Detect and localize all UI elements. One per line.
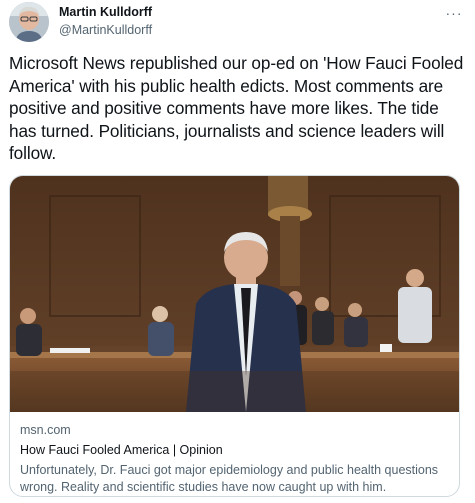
author-handle[interactable]: @MartinKulldorff <box>59 23 152 38</box>
link-card-domain: msn.com <box>20 423 71 437</box>
author-names: Martin Kulldorff @MartinKulldorff <box>59 5 152 38</box>
link-card-meta: msn.com How Fauci Fooled America | Opini… <box>20 422 452 495</box>
tweet-header: Martin Kulldorff @MartinKulldorff ··· <box>9 2 467 46</box>
avatar[interactable] <box>9 2 49 42</box>
link-card-image[interactable] <box>10 176 459 412</box>
more-options-icon[interactable]: ··· <box>443 2 465 24</box>
tweet-text: Microsoft News republished our op-ed on … <box>9 53 464 163</box>
link-card[interactable]: msn.com How Fauci Fooled America | Opini… <box>9 175 460 497</box>
link-card-title[interactable]: How Fauci Fooled America | Opinion <box>20 442 452 458</box>
tweet: Martin Kulldorff @MartinKulldorff ··· Mi… <box>0 0 475 503</box>
link-card-description: Unfortunately, Dr. Fauci got major epide… <box>20 463 439 494</box>
author-display-name[interactable]: Martin Kulldorff <box>59 5 152 20</box>
